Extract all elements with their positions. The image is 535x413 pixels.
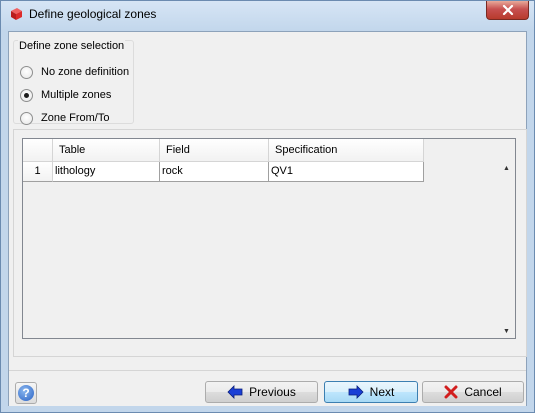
zones-grid[interactable]: Table Field Specification 1 lithology ro…	[22, 138, 516, 339]
header-table[interactable]: Table	[53, 139, 160, 162]
zones-panel: Table Field Specification 1 lithology ro…	[13, 129, 527, 357]
previous-button[interactable]: Previous	[205, 381, 318, 403]
next-button[interactable]: Next	[324, 381, 418, 403]
dialog-window: Define geological zones Define zone sele…	[0, 0, 535, 413]
close-icon	[502, 4, 513, 16]
row-number[interactable]: 1	[23, 162, 53, 182]
cell-table[interactable]: lithology	[53, 162, 160, 182]
radio-zone-from-to[interactable]: Zone From/To	[20, 111, 109, 125]
scroll-up-icon[interactable]: ▲	[503, 165, 510, 172]
arrow-right-icon	[348, 385, 364, 399]
window-title: Define geological zones	[29, 7, 157, 21]
radio-label: Multiple zones	[41, 89, 112, 101]
radio-button[interactable]	[20, 65, 33, 79]
table-row[interactable]: 1 lithology rock QV1	[23, 162, 424, 182]
radio-multiple-zones[interactable]: Multiple zones	[20, 88, 111, 102]
red-cube-icon	[11, 8, 22, 20]
radio-button-checked[interactable]	[20, 88, 33, 102]
header-corner[interactable]	[23, 139, 53, 162]
scroll-down-icon[interactable]: ▼	[503, 328, 510, 335]
cell-specification[interactable]: QV1	[269, 162, 424, 182]
radio-label: No zone definition	[41, 66, 130, 78]
group-label: Define zone selection	[18, 40, 126, 52]
title-bar[interactable]: Define geological zones	[1, 1, 534, 30]
arrow-left-icon	[227, 385, 243, 399]
radio-label: Zone From/To	[41, 112, 110, 124]
help-button[interactable]: ?	[15, 382, 37, 404]
button-bar: ? Previous Next Cancel	[9, 370, 526, 406]
header-specification[interactable]: Specification	[269, 139, 424, 162]
cell-field[interactable]: rock	[160, 162, 269, 182]
zone-selection-group: Define zone selection No zone definition…	[13, 40, 134, 125]
help-icon: ?	[18, 385, 34, 401]
cancel-label: Cancel	[464, 385, 502, 399]
dialog-body: Define zone selection No zone definition…	[8, 31, 527, 406]
next-label: Next	[369, 385, 395, 399]
radio-no-zone-definition[interactable]: No zone definition	[20, 65, 129, 79]
header-field[interactable]: Field	[160, 139, 269, 162]
close-button[interactable]	[486, 1, 529, 20]
vertical-scrollbar[interactable]: ▲ ▼	[498, 162, 515, 338]
grid-header: Table Field Specification	[23, 139, 424, 162]
cancel-x-icon	[444, 385, 458, 399]
cancel-button[interactable]: Cancel	[422, 381, 524, 403]
previous-label: Previous	[249, 385, 296, 399]
radio-button[interactable]	[20, 111, 33, 125]
